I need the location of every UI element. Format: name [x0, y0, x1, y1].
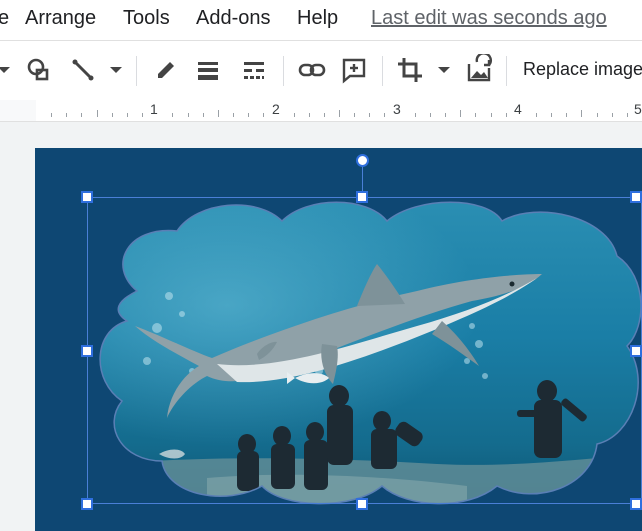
link-icon[interactable] — [296, 54, 328, 86]
ruler-tick — [581, 110, 583, 117]
dropdown-arrow-icon[interactable] — [0, 54, 20, 86]
pencil-icon[interactable] — [150, 54, 182, 86]
line-weight-icon[interactable] — [192, 54, 224, 86]
ruler-tick — [384, 113, 386, 117]
ruler-tick — [339, 110, 340, 117]
menu-bar: e Arrange Tools Add-ons Help Last edit w… — [0, 0, 642, 40]
toolbar-separator — [506, 56, 507, 86]
ruler-tick — [460, 110, 462, 117]
reset-image-icon[interactable] — [463, 54, 495, 86]
ruler-tick — [232, 113, 234, 117]
ruler-tick — [596, 113, 598, 117]
ruler-tick — [126, 113, 128, 117]
resize-handle-right[interactable] — [630, 345, 642, 357]
menu-help[interactable]: Help — [297, 6, 338, 30]
ruler-tick — [202, 113, 204, 117]
toolbar-separator — [283, 56, 284, 86]
ruler-tick — [490, 113, 492, 117]
ruler-tick — [429, 113, 431, 117]
ruler-tick — [51, 113, 53, 117]
ruler-number: 3 — [393, 101, 401, 117]
ruler-tick — [248, 113, 250, 117]
ruler-tick — [293, 113, 295, 117]
selection-box — [87, 197, 642, 504]
ruler-tick — [142, 113, 144, 117]
ruler-tick — [611, 113, 613, 117]
menu-edit[interactable]: e — [0, 6, 9, 30]
resize-handle-left[interactable] — [81, 345, 93, 357]
last-edit-link[interactable]: Last edit was seconds ago — [371, 6, 607, 30]
ruler-tick — [475, 113, 477, 117]
ruler-tick — [308, 113, 310, 117]
ruler-tick — [354, 113, 356, 117]
toolbar: Replace image — [0, 40, 642, 102]
mask-dropdown-icon[interactable] — [428, 54, 460, 86]
ruler-tick — [369, 113, 371, 117]
ruler-tick — [626, 113, 628, 117]
resize-handle-bottom[interactable] — [356, 498, 368, 510]
shape-icon[interactable] — [22, 54, 54, 86]
ruler-tick — [566, 113, 568, 117]
horizontal-ruler: 1 2 3 4 5 — [0, 100, 642, 122]
ruler-number: 4 — [514, 101, 522, 117]
ruler-number: 1 — [150, 101, 158, 117]
resize-handle-bottom-left[interactable] — [81, 498, 93, 510]
ruler-tick — [172, 113, 174, 117]
toolbar-separator — [382, 56, 383, 86]
ruler-tick — [96, 110, 98, 117]
replace-image-button[interactable]: Replace image — [523, 59, 642, 80]
menu-tools[interactable]: Tools — [123, 6, 170, 30]
menu-arrange[interactable]: Arrange — [25, 6, 96, 30]
ruler-tick — [535, 113, 537, 117]
resize-handle-top[interactable] — [356, 191, 368, 203]
resize-handle-top-left[interactable] — [81, 191, 93, 203]
menu-add-ons[interactable]: Add-ons — [196, 6, 271, 30]
line-dash-icon[interactable] — [238, 54, 270, 86]
ruler-tick — [323, 113, 325, 117]
ruler-tick — [187, 113, 189, 117]
rotate-handle[interactable] — [356, 154, 369, 167]
ruler-number: 5 — [634, 101, 642, 117]
ruler-tick — [66, 113, 68, 117]
line-dropdown-icon[interactable] — [100, 54, 132, 86]
ruler-number: 2 — [272, 101, 280, 117]
ruler-tick — [414, 113, 416, 117]
line-icon[interactable] — [67, 54, 99, 86]
ruler-tick — [551, 113, 553, 117]
ruler-tick — [111, 113, 113, 117]
crop-icon[interactable] — [394, 54, 426, 86]
toolbar-separator — [136, 56, 137, 86]
ruler-tick — [217, 110, 219, 117]
ruler-tick — [263, 113, 265, 117]
add-comment-icon[interactable] — [338, 54, 370, 86]
ruler-tick — [81, 113, 83, 117]
resize-handle-bottom-right[interactable] — [630, 498, 642, 510]
ruler-tick — [505, 113, 507, 117]
ruler-tick — [445, 113, 447, 117]
resize-handle-top-right[interactable] — [630, 191, 642, 203]
